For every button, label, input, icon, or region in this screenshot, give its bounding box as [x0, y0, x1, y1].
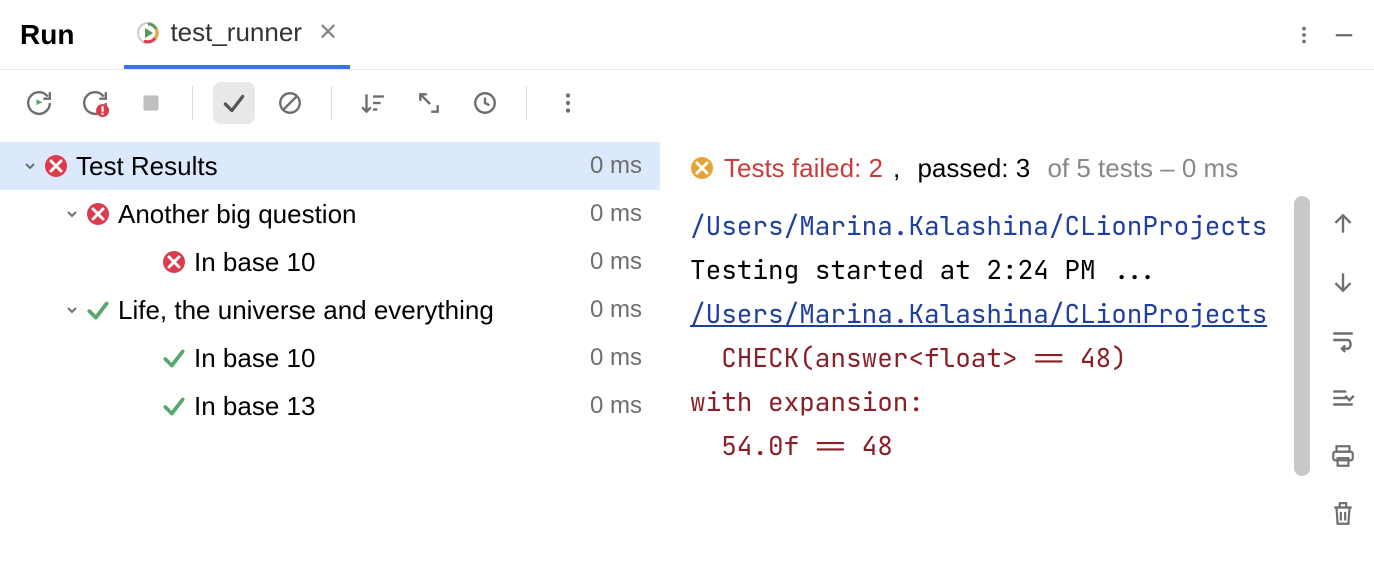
history-button[interactable] — [464, 82, 506, 124]
console-line: CHECK(answer<float> == 48) — [690, 336, 1308, 380]
trash-button[interactable] — [1325, 496, 1361, 532]
show-passed-toggle[interactable] — [213, 82, 255, 124]
console-line: 54.0f == 48 — [690, 424, 1308, 468]
up-arrow-button[interactable] — [1325, 206, 1361, 242]
test-row-label: Life, the universe and everything — [118, 295, 590, 326]
test-row-duration: 0 ms — [590, 296, 642, 324]
pass-icon — [160, 345, 188, 371]
console-line: /Users/Marina.Kalashina/CLionProjects — [690, 204, 1308, 248]
run-config-icon — [136, 21, 160, 45]
tab-test-runner[interactable]: test_runner ✕ — [124, 0, 350, 69]
test-tree-row[interactable]: Another big question0 ms — [0, 190, 660, 238]
stop-button[interactable] — [130, 82, 172, 124]
fail-icon — [160, 250, 188, 274]
chevron-down-icon[interactable] — [60, 302, 84, 318]
pass-icon — [160, 393, 188, 419]
test-tree-row[interactable]: In base 100 ms — [0, 334, 660, 382]
console-line: with expansion: — [690, 380, 1308, 424]
show-ignored-toggle[interactable] — [269, 82, 311, 124]
test-tree-row[interactable]: Life, the universe and everything0 ms — [0, 286, 660, 334]
down-arrow-button[interactable] — [1325, 264, 1361, 300]
chevron-down-icon[interactable] — [60, 206, 84, 222]
warning-icon — [690, 156, 714, 180]
summary-line: Tests failed: 2, passed: 3 of 5 tests – … — [690, 146, 1308, 190]
test-row-duration: 0 ms — [590, 392, 642, 420]
test-row-label: In base 13 — [194, 391, 590, 422]
console-line: /Users/Marina.Kalashina/CLionProjects — [690, 292, 1308, 336]
test-row-label: In base 10 — [194, 247, 590, 278]
rerun-button[interactable] — [18, 82, 60, 124]
expand-all-button[interactable] — [408, 82, 450, 124]
console-gutter — [1312, 136, 1374, 568]
more-icon[interactable] — [1284, 15, 1324, 55]
close-icon[interactable]: ✕ — [318, 21, 338, 45]
hide-icon[interactable] — [1324, 15, 1364, 55]
test-row-duration: 0 ms — [590, 248, 642, 276]
scrollbar[interactable] — [1294, 196, 1310, 476]
test-row-label: Test Results — [76, 151, 590, 182]
soft-wrap-button[interactable] — [1325, 322, 1361, 358]
test-tree-row[interactable]: In base 130 ms — [0, 382, 660, 430]
chevron-down-icon[interactable] — [18, 158, 42, 174]
test-row-label: Another big question — [118, 199, 590, 230]
sort-button[interactable] — [352, 82, 394, 124]
rerun-failed-button[interactable] — [74, 82, 116, 124]
tool-window-title: Run — [20, 19, 74, 51]
summary-total: of 5 tests – 0 ms — [1040, 153, 1238, 184]
summary-passed: passed: 3 — [917, 153, 1030, 184]
fail-icon — [84, 202, 112, 226]
test-output-console[interactable]: Tests failed: 2, passed: 3 of 5 tests – … — [660, 136, 1312, 568]
test-tree-row[interactable]: Test Results0 ms — [0, 142, 660, 190]
console-line: Testing started at 2:24 PM ... — [690, 248, 1308, 292]
print-button[interactable] — [1325, 438, 1361, 474]
scroll-to-end-button[interactable] — [1325, 380, 1361, 416]
pass-icon — [84, 297, 112, 323]
toolbar-more-icon[interactable] — [547, 82, 589, 124]
test-row-duration: 0 ms — [590, 200, 642, 228]
summary-failed: Tests failed: 2 — [724, 153, 883, 184]
test-tree-row[interactable]: In base 100 ms — [0, 238, 660, 286]
test-row-duration: 0 ms — [590, 344, 642, 372]
test-toolbar — [0, 70, 1374, 136]
test-tree[interactable]: Test Results0 msAnother big question0 ms… — [0, 136, 660, 568]
fail-icon — [42, 154, 70, 178]
test-row-duration: 0 ms — [590, 152, 642, 180]
tab-label: test_runner — [170, 17, 302, 48]
test-row-label: In base 10 — [194, 343, 590, 374]
